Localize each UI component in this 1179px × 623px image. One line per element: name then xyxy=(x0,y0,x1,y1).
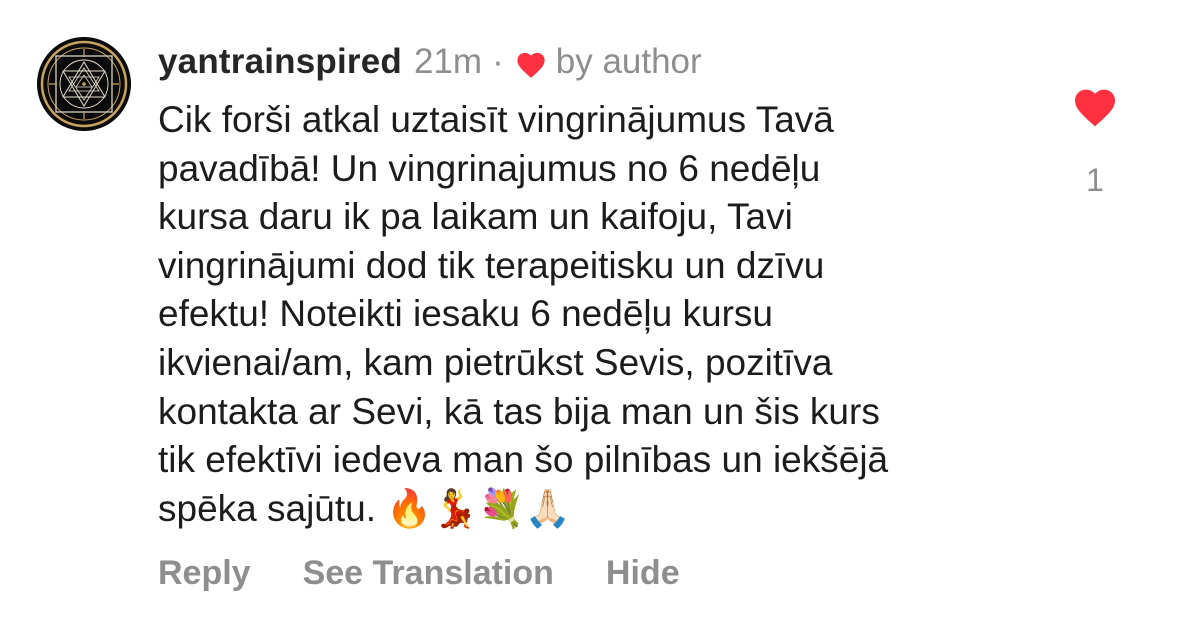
comment-item: yantrainspired 21m · by author Cik forši… xyxy=(0,0,1179,623)
hide-button[interactable]: Hide xyxy=(606,554,680,593)
sri-yantra-logo-icon xyxy=(37,37,131,131)
separator-dot: · xyxy=(492,42,504,81)
heart-icon xyxy=(514,49,548,79)
username[interactable]: yantrainspired xyxy=(158,38,402,86)
heart-icon xyxy=(1075,89,1115,127)
like-button[interactable] xyxy=(1070,84,1120,128)
comment-header: yantrainspired 21m · by author xyxy=(158,38,702,86)
comment-text: Cik forši atkal uztaisīt vingrinājumus T… xyxy=(158,99,889,529)
avatar[interactable] xyxy=(37,37,131,131)
see-translation-button[interactable]: See Translation xyxy=(303,554,554,593)
comment-actions: Reply See Translation Hide xyxy=(158,548,680,598)
reply-button[interactable]: Reply xyxy=(158,554,251,593)
comment-time: 21m xyxy=(414,42,483,81)
liked-by-author-label: by author xyxy=(555,42,702,81)
like-count: 1 xyxy=(1086,162,1104,198)
